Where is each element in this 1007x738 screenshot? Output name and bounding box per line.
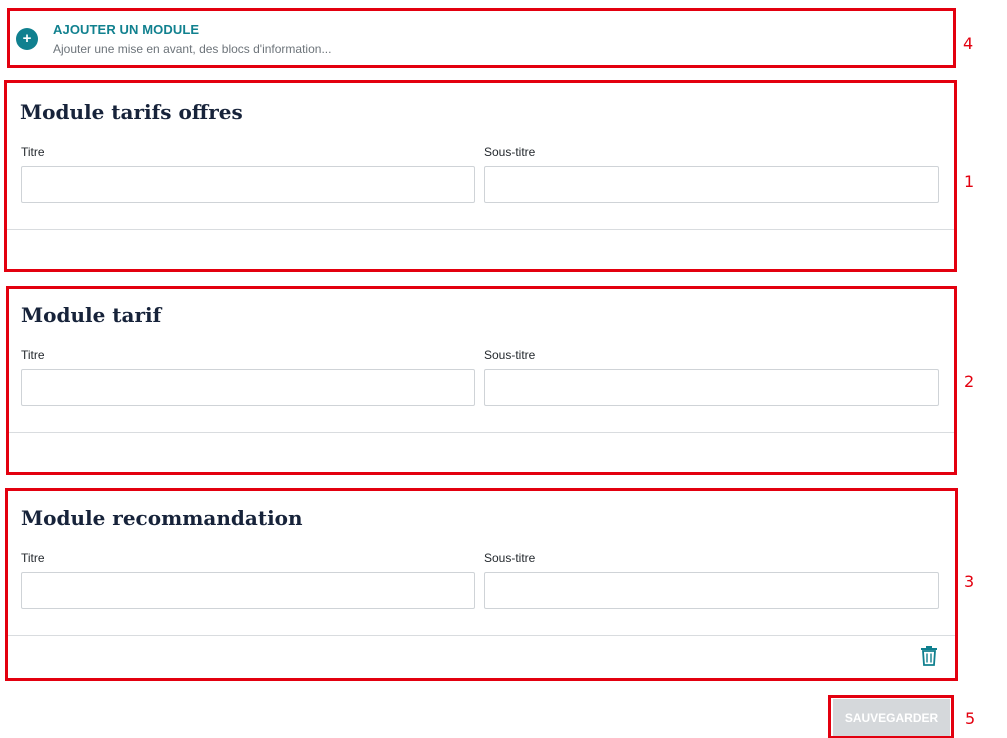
annotation-number: 5 — [965, 709, 976, 728]
module-card-tarif: Module tarif Titre Sous-titre — [8, 288, 956, 473]
module-title: Module tarif — [21, 303, 162, 327]
title-field-label: Titre — [21, 348, 45, 362]
title-input[interactable] — [21, 166, 475, 203]
annotation-number: 3 — [964, 572, 975, 591]
annotation-number: 1 — [964, 172, 975, 191]
trash-icon[interactable] — [920, 646, 938, 666]
subtitle-input[interactable] — [484, 369, 939, 406]
subtitle-input[interactable] — [484, 166, 939, 203]
module-divider — [8, 432, 956, 433]
module-card-tarifs-offres: Module tarifs offres Titre Sous-titre — [6, 82, 956, 271]
title-field-label: Titre — [21, 145, 45, 159]
subtitle-field-label: Sous-titre — [484, 551, 536, 565]
plus-circle-icon[interactable]: + — [16, 28, 38, 50]
save-button[interactable]: SAUVEGARDER — [833, 699, 950, 736]
title-input[interactable] — [21, 572, 475, 609]
module-title: Module tarifs offres — [20, 100, 243, 124]
module-card-recommandation: Module recommandation Titre Sous-titre — [7, 489, 956, 679]
title-field-label: Titre — [21, 551, 45, 565]
annotation-number: 2 — [964, 372, 975, 391]
add-module-title[interactable]: AJOUTER UN MODULE — [53, 22, 199, 37]
subtitle-field-label: Sous-titre — [484, 348, 536, 362]
title-input[interactable] — [21, 369, 475, 406]
module-title: Module recommandation — [21, 506, 303, 530]
module-divider — [7, 635, 956, 636]
annotation-number: 4 — [963, 34, 974, 53]
module-divider — [6, 229, 956, 230]
subtitle-input[interactable] — [484, 572, 939, 609]
add-module-bar[interactable]: + AJOUTER UN MODULE Ajouter une mise en … — [7, 8, 956, 68]
subtitle-field-label: Sous-titre — [484, 145, 536, 159]
add-module-subtitle: Ajouter une mise en avant, des blocs d'i… — [53, 42, 332, 56]
